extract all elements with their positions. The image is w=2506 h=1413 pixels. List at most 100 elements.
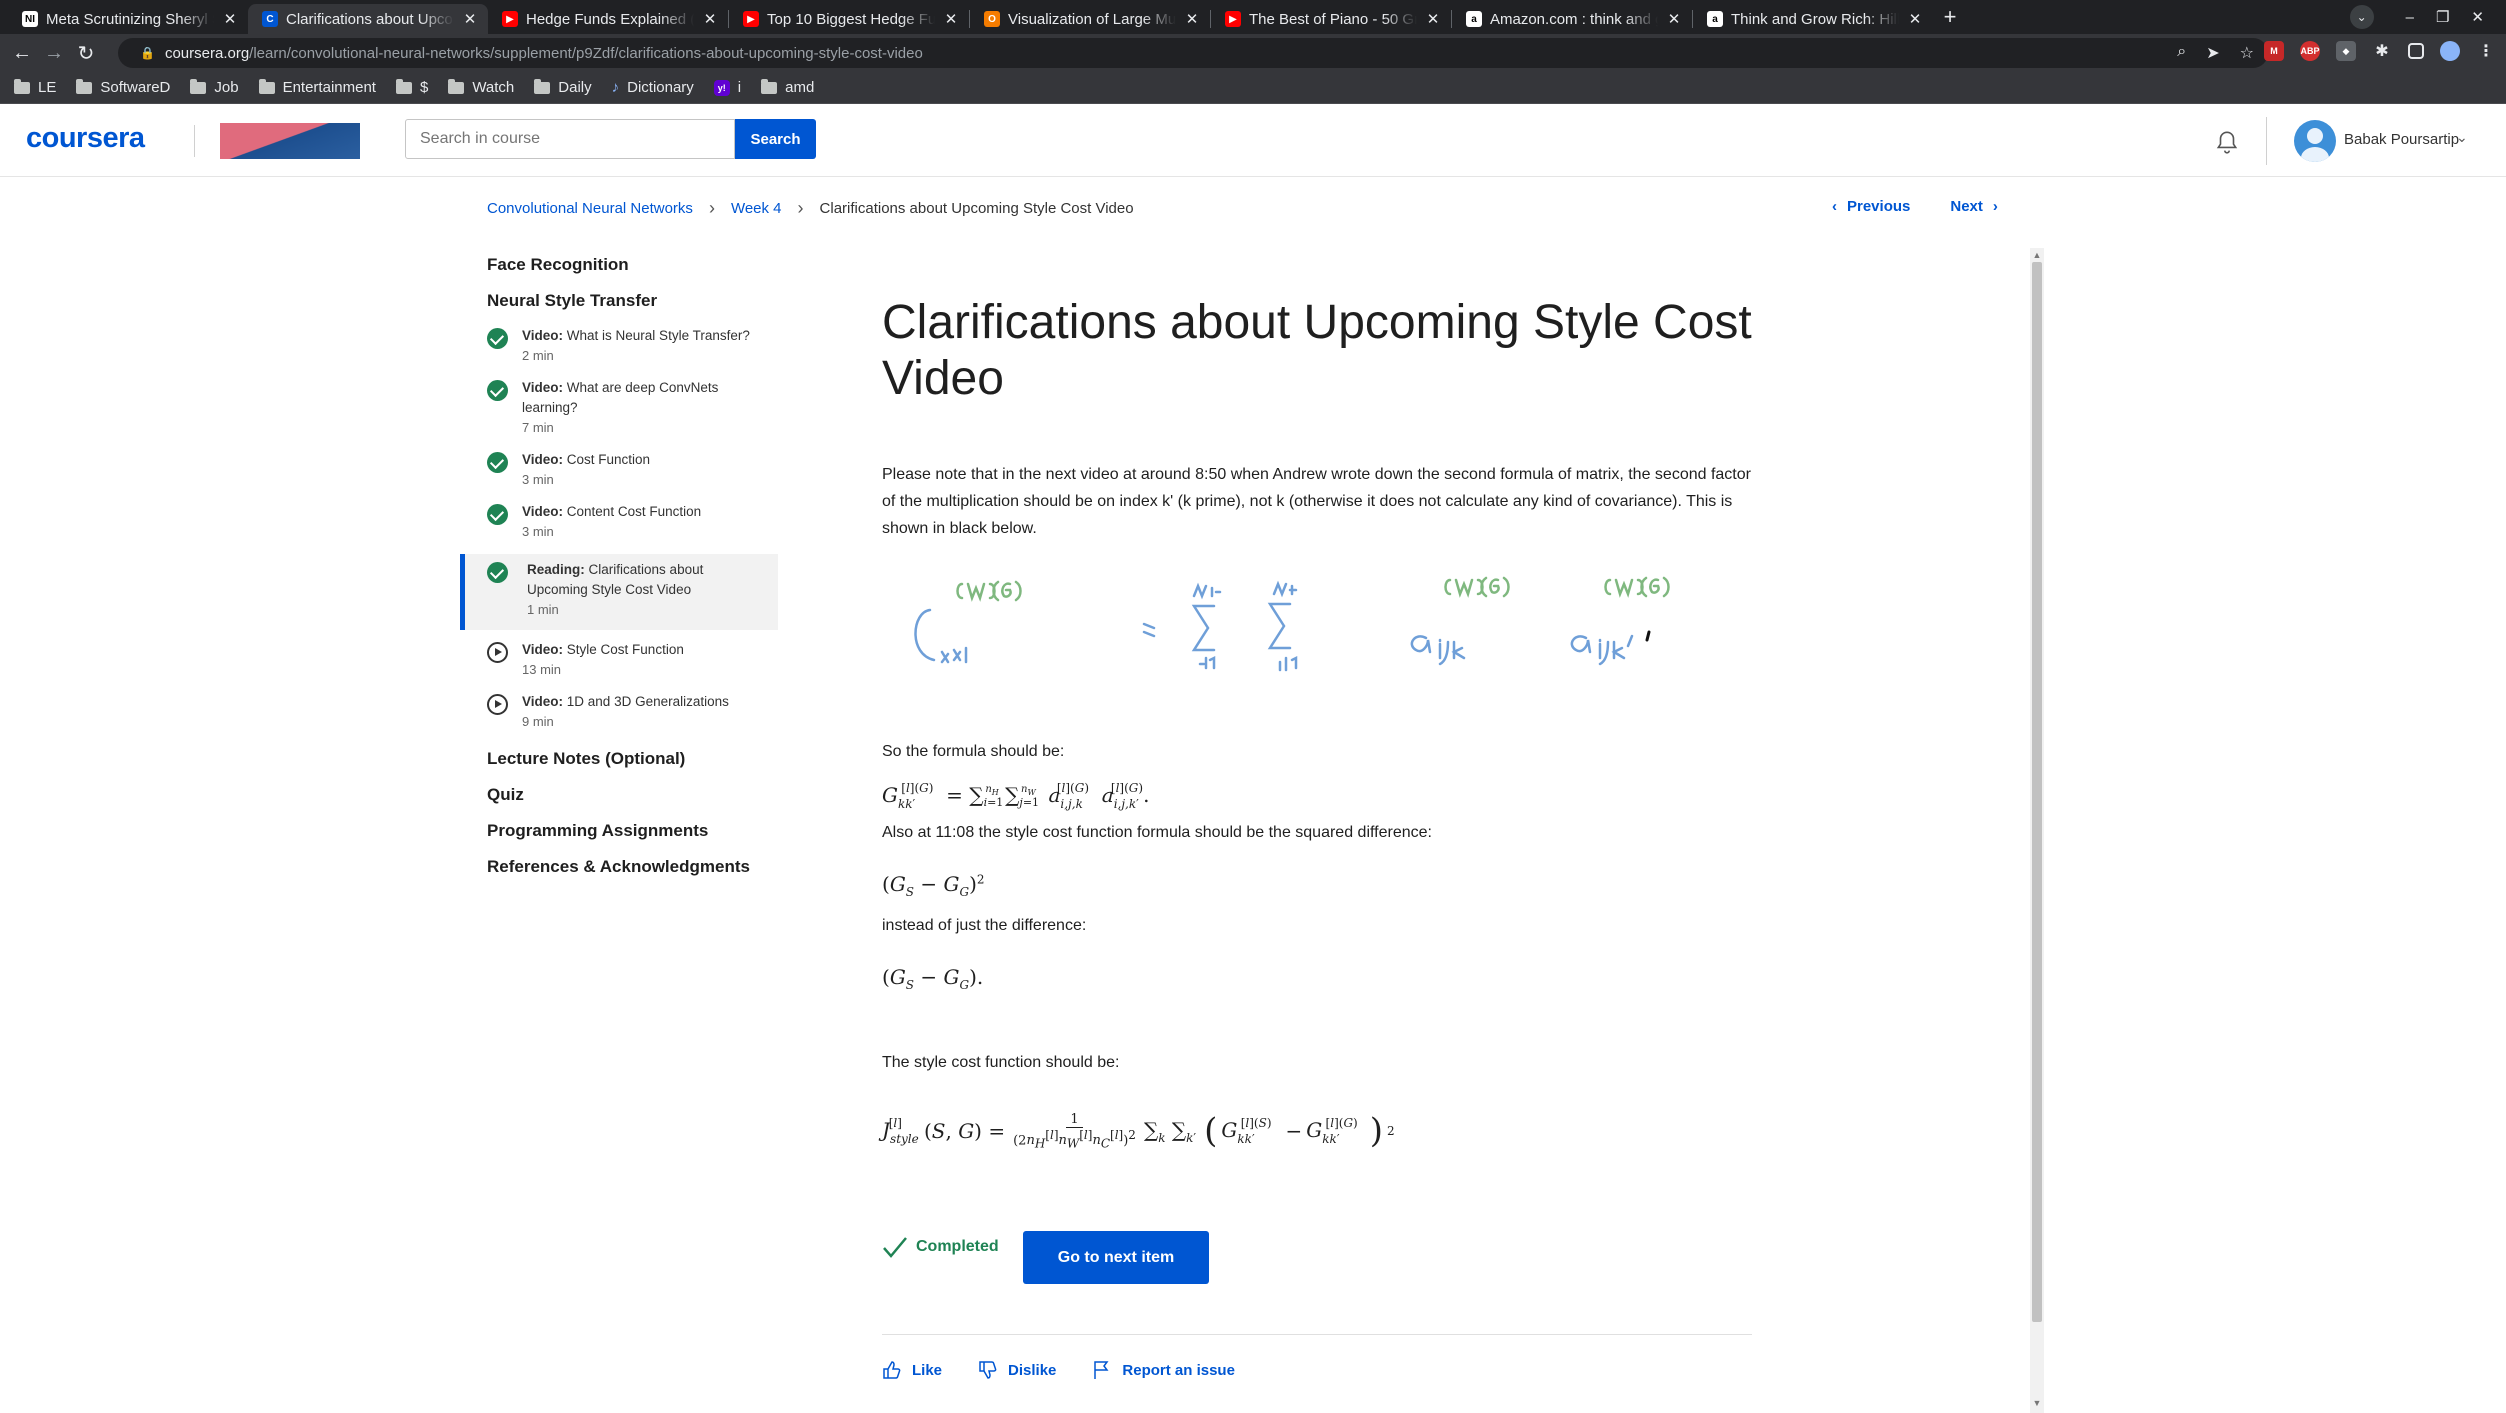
tab-close-icon[interactable]: ✕: [943, 10, 959, 28]
profile-avatar-icon[interactable]: [2440, 41, 2460, 61]
browser-tab[interactable]: a Think and Grow Rich: Hill ✕: [1693, 4, 1933, 34]
forward-icon[interactable]: →: [38, 42, 70, 65]
puzzle-icon[interactable]: ✱: [2372, 41, 2392, 61]
user-name[interactable]: Babak Poursartip: [2344, 131, 2459, 148]
side-panel-icon[interactable]: [2408, 43, 2424, 59]
bookmark-folder[interactable]: amd: [761, 78, 814, 96]
section-lecture-notes[interactable]: Lecture Notes (Optional): [460, 744, 778, 780]
tab-list: NI Meta Scrutinizing Sheryl S ✕ C Clarificat…: [0, 4, 1933, 34]
notifications-bell-icon[interactable]: [2214, 129, 2240, 155]
browser-tab[interactable]: ▶ Hedge Funds Explained (✕: [488, 4, 728, 34]
scroll-up-arrow-icon[interactable]: ▲: [2032, 250, 2042, 260]
checkmark-icon: [883, 1237, 907, 1258]
menu-kebab-icon[interactable]: ⋮: [2476, 41, 2496, 61]
bookmark-folder[interactable]: SoftwareD: [76, 78, 170, 96]
section-face-recognition[interactable]: Face Recognition: [460, 250, 778, 286]
section-references[interactable]: References & Acknowledgments: [460, 852, 778, 888]
item-duration: 13 min: [522, 662, 562, 677]
browser-tab[interactable]: ▶ The Best of Piano - 50 Gre ✕: [1211, 4, 1451, 34]
bookmark-link[interactable]: y! i: [713, 79, 741, 96]
coursera-logo[interactable]: coursera: [26, 122, 145, 155]
restore-button[interactable]: ❐: [2436, 8, 2449, 26]
sidebar-item[interactable]: Reading: Clarifications about Upcoming S…: [460, 554, 778, 630]
bookmark-folder[interactable]: LE: [14, 78, 56, 96]
bookmark-folder[interactable]: $: [395, 78, 428, 96]
bookmark-star-icon[interactable]: ☆: [2240, 43, 2254, 63]
gmail-extension-icon[interactable]: M: [2264, 41, 2284, 61]
extension-icon[interactable]: ◆: [2336, 41, 2356, 61]
breadcrumb-week-link[interactable]: Week 4: [731, 200, 782, 217]
section-quiz[interactable]: Quiz: [460, 780, 778, 816]
folder-icon: [14, 78, 30, 94]
bookmark-folder[interactable]: Daily: [534, 78, 592, 96]
sidebar-item[interactable]: Video: Cost Function 3 min: [460, 450, 778, 502]
user-avatar[interactable]: [2294, 120, 2336, 162]
scroll-down-arrow-icon[interactable]: ▼: [2032, 1398, 2042, 1408]
go-to-next-item-button[interactable]: Go to next item: [1023, 1231, 1209, 1284]
tab-close-icon[interactable]: ✕: [1666, 10, 1682, 28]
bookmark-folder[interactable]: Entertainment: [258, 78, 376, 96]
sidebar-item[interactable]: Video: 1D and 3D Generalizations 9 min: [460, 692, 778, 744]
logo-divider: [194, 125, 195, 157]
browser-tab[interactable]: C Clarifications about Upco ✕: [248, 4, 488, 34]
next-button[interactable]: Next ›: [1950, 198, 1998, 215]
chevron-left-icon: ‹: [1832, 198, 1837, 215]
section-programming-assignments[interactable]: Programming Assignments: [460, 816, 778, 852]
tab-close-icon[interactable]: ✕: [1184, 10, 1200, 28]
adblock-icon[interactable]: ABP: [2300, 41, 2320, 61]
tab-close-icon[interactable]: ✕: [1425, 10, 1441, 28]
tab-close-icon[interactable]: ✕: [222, 10, 238, 28]
completed-check-icon: [487, 380, 508, 401]
partner-logo[interactable]: [220, 123, 360, 159]
flag-icon: [1094, 1361, 1109, 1379]
folder-icon: [534, 78, 551, 94]
tab-search-icon[interactable]: ⌄: [2349, 5, 2374, 29]
thumbs-down-icon: [979, 1361, 997, 1379]
browser-tab[interactable]: NI Meta Scrutinizing Sheryl S ✕: [8, 4, 248, 34]
minimize-button[interactable]: –: [2406, 9, 2414, 26]
tab-close-icon[interactable]: ✕: [702, 10, 718, 28]
tab-title: Hedge Funds Explained (: [526, 10, 694, 28]
bookmark-folder[interactable]: Job: [190, 78, 239, 96]
reload-icon[interactable]: ↻: [70, 41, 102, 66]
previous-button[interactable]: ‹ Previous: [1832, 198, 1910, 215]
bookmark-link[interactable]: ♪ Dictionary: [612, 79, 694, 96]
address-bar[interactable]: 🔒 coursera.org/learn/convolutional-neura…: [118, 38, 2268, 68]
search-input[interactable]: [405, 119, 735, 159]
report-issue-button[interactable]: Report an issue: [1092, 1360, 1235, 1380]
chevron-down-icon[interactable]: ⌄: [2456, 129, 2468, 146]
item-type: Video:: [522, 694, 564, 709]
chevron-right-icon: ›: [1992, 198, 1998, 215]
sidebar-item[interactable]: Video: What is Neural Style Transfer? 2 m…: [460, 326, 778, 378]
sidebar-item[interactable]: Video: What are deep ConvNets learning? 7…: [460, 378, 778, 450]
browser-tab[interactable]: a Amazon.com : think and g ✕: [1452, 4, 1692, 34]
scrollbar-thumb[interactable]: [2032, 262, 2042, 1322]
back-icon[interactable]: ←: [6, 42, 38, 65]
window-controls: ⌄ – ❐ ✕: [2349, 0, 2506, 34]
like-button[interactable]: Like: [882, 1360, 942, 1380]
tab-close-icon[interactable]: ✕: [462, 10, 478, 28]
play-icon: [487, 642, 508, 663]
browser-tab[interactable]: O Visualization of Large Mu ✕: [970, 4, 1210, 34]
tab-favicon-icon: a: [1707, 11, 1723, 27]
send-icon[interactable]: ➤: [2206, 43, 2219, 63]
breadcrumb-course-link[interactable]: Convolutional Neural Networks: [487, 200, 693, 217]
bookmark-folder[interactable]: Watch: [448, 78, 514, 96]
browser-tab[interactable]: ▶ Top 10 Biggest Hedge Fu ✕: [729, 4, 969, 34]
content-divider: [882, 1334, 1752, 1335]
site-header: coursera Search Babak Poursartip ⌄: [0, 105, 2506, 177]
zoom-icon[interactable]: ⌕: [2177, 43, 2186, 63]
dislike-button[interactable]: Dislike: [978, 1360, 1056, 1380]
sidebar-item[interactable]: Video: Style Cost Function 13 min: [460, 640, 778, 692]
item-pager: ‹ Previous Next ›: [1832, 198, 1998, 215]
folder-icon: [761, 78, 778, 94]
section-neural-style-transfer[interactable]: Neural Style Transfer: [460, 286, 778, 322]
paragraph-instead: instead of just the difference:: [882, 917, 1087, 934]
completed-check-icon: [487, 328, 508, 349]
browser-tab-strip: NI Meta Scrutinizing Sheryl S ✕ C Clarificat…: [0, 0, 2506, 34]
sidebar-item[interactable]: Video: Content Cost Function 3 min: [460, 502, 778, 554]
tab-close-icon[interactable]: ✕: [1907, 10, 1923, 28]
new-tab-button[interactable]: +: [1933, 4, 1967, 30]
close-window-button[interactable]: ✕: [2471, 8, 2484, 26]
search-button[interactable]: Search: [735, 119, 816, 159]
